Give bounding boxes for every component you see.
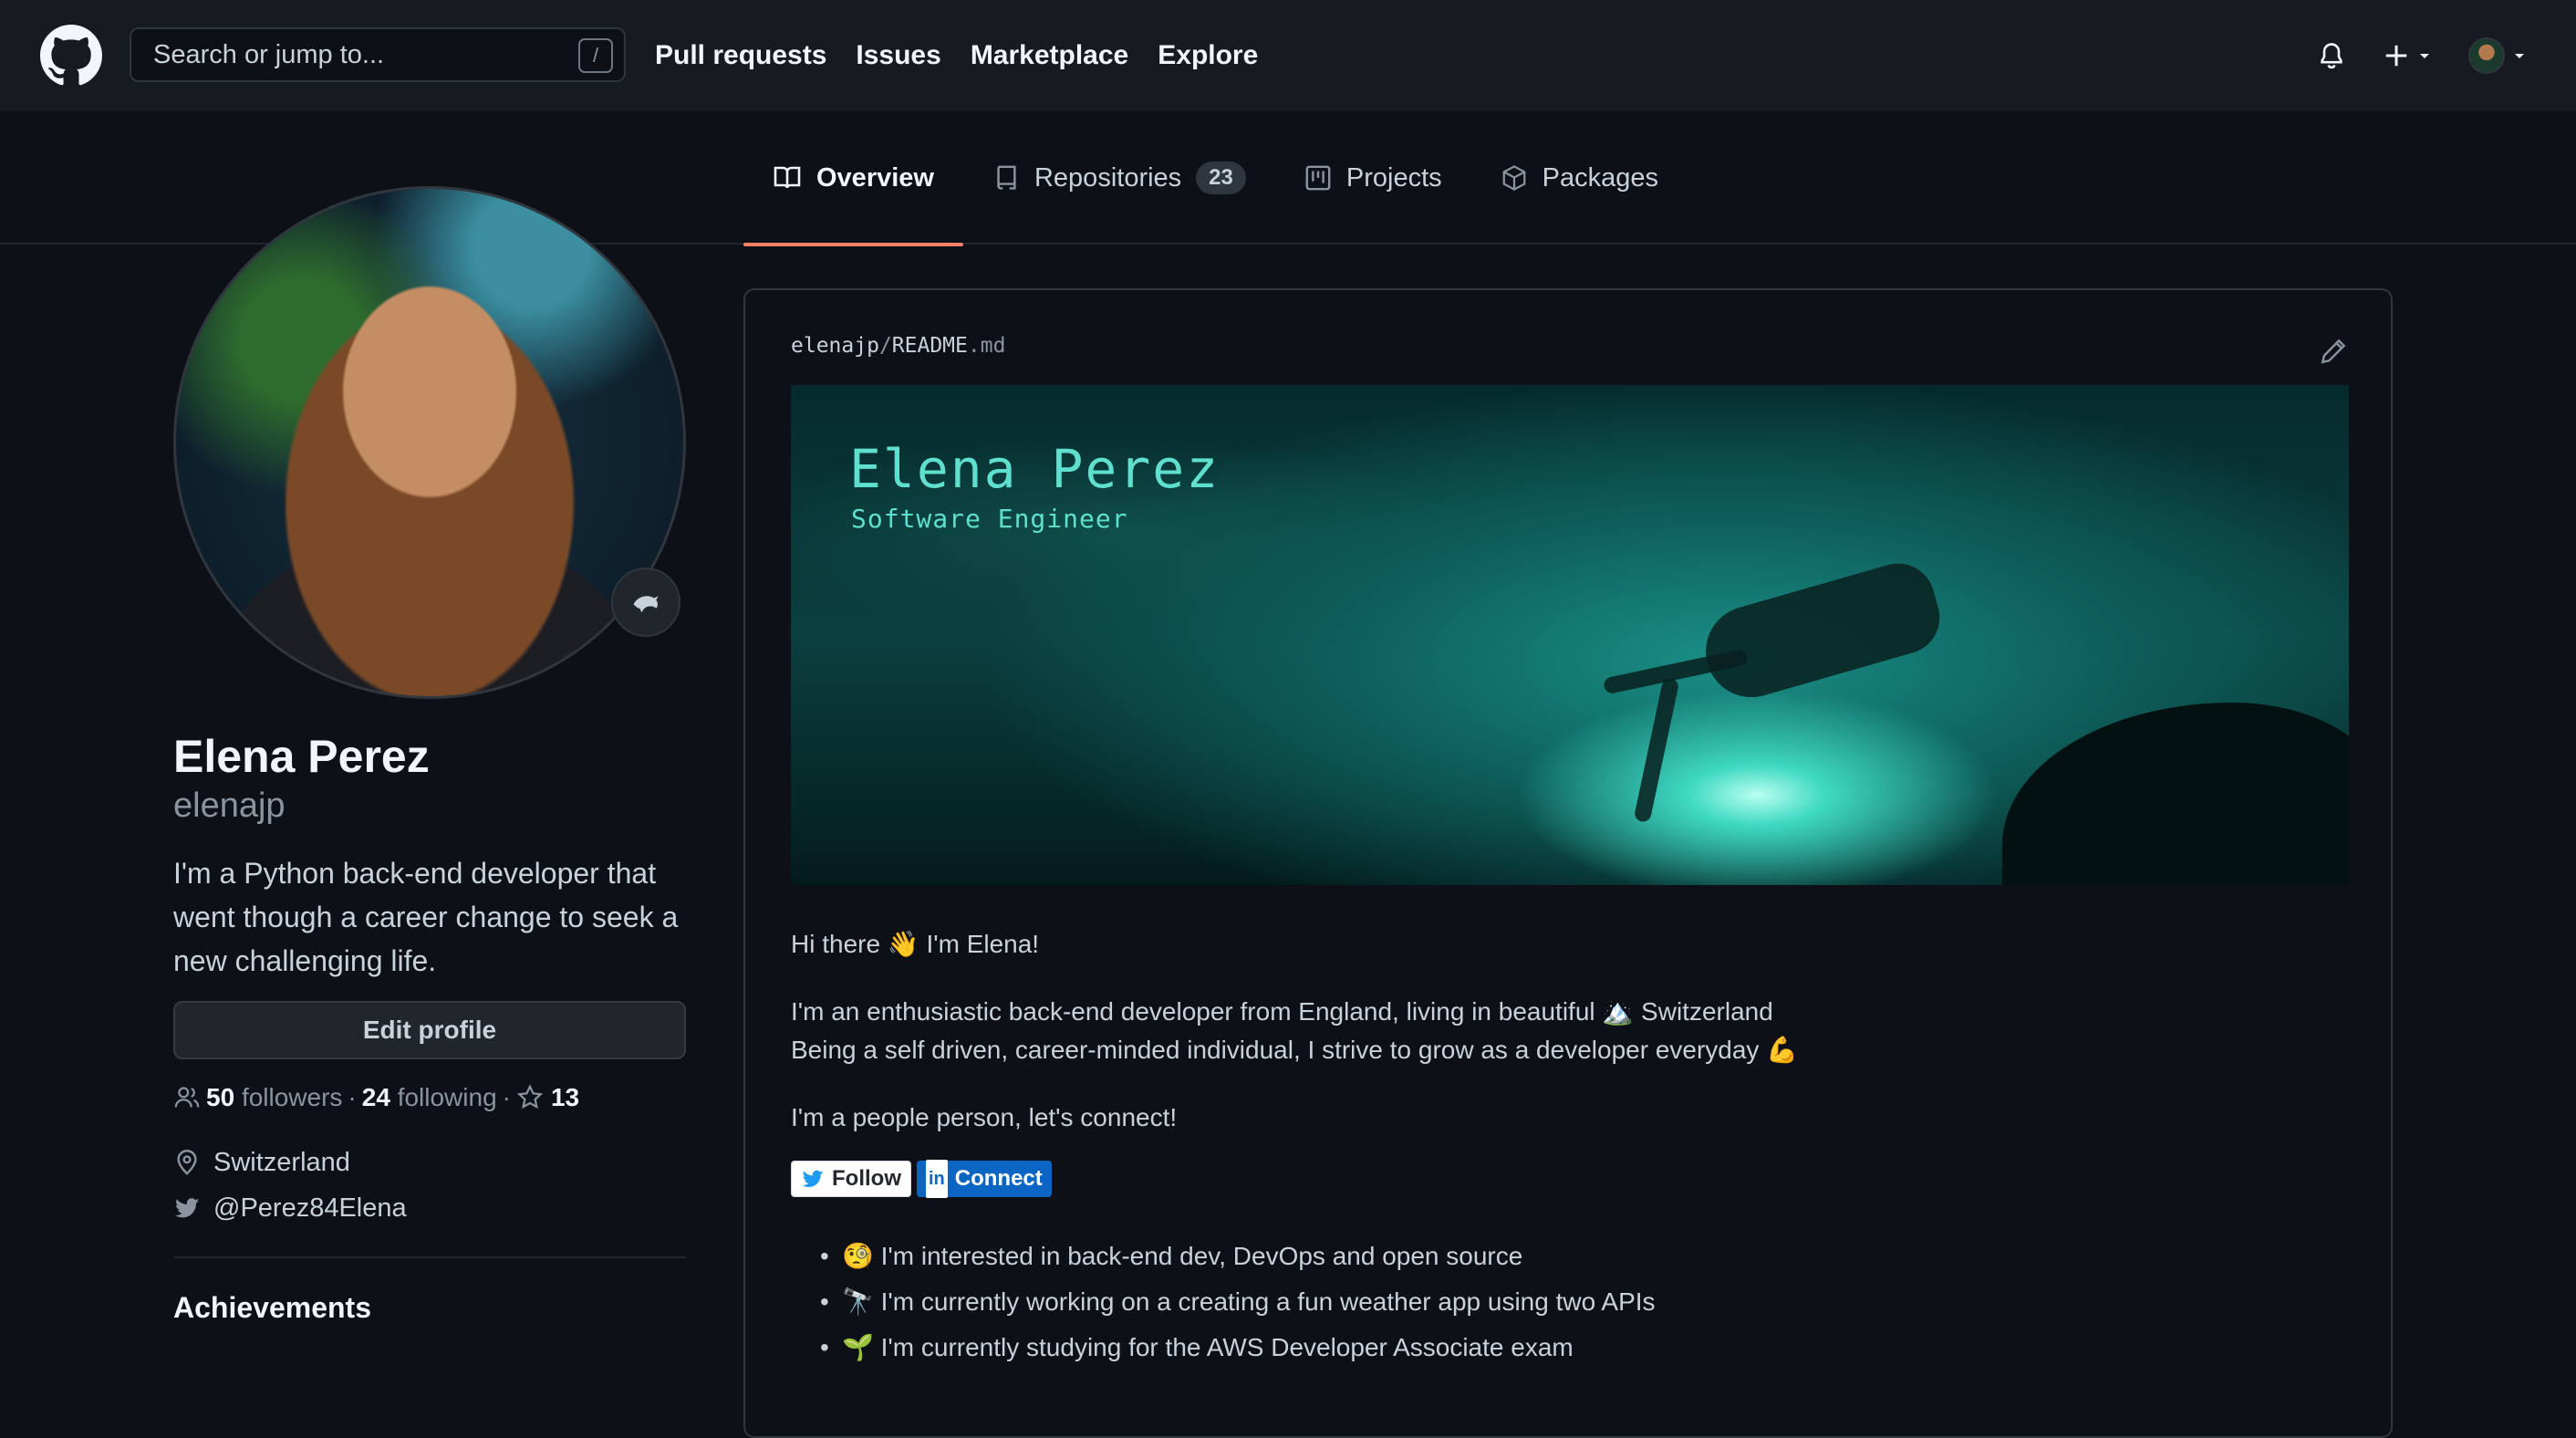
stars-count: 13: [550, 1083, 580, 1111]
tab-label: Projects: [1345, 162, 1442, 193]
banner-subtitle: Software Engineer: [851, 504, 1128, 534]
book-icon: [774, 166, 801, 189]
tab-repositories[interactable]: Repositories 23: [963, 111, 1275, 245]
following-count: 24: [361, 1083, 390, 1111]
search-input[interactable]: Search or jump to... /: [130, 27, 626, 82]
location-icon: [177, 1150, 197, 1175]
banner-rock-shape: [2002, 703, 2349, 885]
tab-projects[interactable]: Projects: [1275, 111, 1471, 245]
badge-label: Connect: [954, 1166, 1043, 1191]
following-label: following: [397, 1083, 497, 1111]
github-logo-icon[interactable]: [40, 25, 102, 87]
dot-separator: ·: [348, 1083, 357, 1111]
social-badges: Follow in Connect: [791, 1160, 2345, 1198]
stars-link[interactable]: 13: [516, 1083, 579, 1112]
caret-down-icon: [2515, 54, 2524, 58]
followers-link[interactable]: 50 followers: [206, 1083, 342, 1112]
profile-sidebar: Elena Perez elenajp I'm a Python back-en…: [173, 186, 686, 1325]
tab-packages[interactable]: Packages: [1471, 111, 1688, 245]
readme-card: elenajp/README.md Elena Perez Software E…: [743, 288, 2393, 1438]
location-item: Switzerland: [173, 1140, 686, 1185]
twitter-item[interactable]: @Perez84Elena: [173, 1185, 686, 1231]
twitter-follow-badge[interactable]: Follow: [791, 1161, 911, 1197]
profile-meta: Switzerland @Perez84Elena: [173, 1140, 686, 1231]
greeting-text: Hi there 👋 I'm Elena!: [791, 930, 1040, 958]
profile-username: elenajp: [173, 787, 286, 825]
list-item: 🌱 I'm currently studying for the AWS Dev…: [820, 1325, 2345, 1370]
readme-content: Hi there 👋 I'm Elena! I'm an enthusiasti…: [791, 925, 2345, 1370]
caret-down-icon: [2420, 54, 2429, 58]
bell-icon[interactable]: [2317, 41, 2346, 70]
top-header: Search or jump to... / Pull requests Iss…: [0, 0, 2576, 111]
path-separator: /: [878, 334, 892, 358]
list-item: 🧐 I'm interested in back-end dev, DevOps…: [820, 1234, 2345, 1279]
follow-stats: 50 followers · 24 following · 13: [173, 1083, 686, 1112]
search-placeholder: Search or jump to...: [153, 39, 385, 69]
project-icon: [1305, 165, 1331, 191]
tab-label: Overview: [816, 162, 934, 193]
user-menu-dropdown[interactable]: [2468, 37, 2527, 74]
intro-line-2: Being a self driven, career-minded indiv…: [791, 1036, 1799, 1064]
readme-owner[interactable]: elenajp: [791, 334, 879, 358]
dot-separator: ·: [502, 1083, 511, 1111]
twitter-icon: [802, 1170, 824, 1187]
search-shortcut-key: /: [578, 38, 613, 73]
linkedin-icon: in: [925, 1160, 948, 1198]
nav-pull-requests[interactable]: Pull requests: [655, 40, 826, 71]
status-dolphin-icon[interactable]: [611, 568, 680, 637]
linkedin-connect-badge[interactable]: in Connect: [916, 1160, 1052, 1198]
tab-label: Repositories: [1034, 162, 1182, 193]
profile-fullname: Elena Perez: [173, 731, 430, 782]
tab-label: Packages: [1542, 162, 1658, 193]
tab-overview[interactable]: Overview: [743, 111, 963, 246]
dolphin-icon: [633, 596, 659, 613]
intro-line-1: I'm an enthusiastic back-end developer f…: [791, 997, 1773, 1026]
followers-count: 50: [206, 1083, 235, 1111]
readme-path: elenajp/README.md: [791, 334, 2345, 358]
twitter-icon: [174, 1198, 200, 1218]
star-icon: [516, 1084, 544, 1110]
package-icon: [1502, 165, 1526, 191]
following-link[interactable]: 24 following: [362, 1083, 497, 1112]
twitter-handle: @Perez84Elena: [213, 1193, 407, 1223]
nav-marketplace[interactable]: Marketplace: [971, 40, 1128, 71]
nav-explore[interactable]: Explore: [1158, 40, 1258, 71]
followers-label: followers: [241, 1083, 343, 1111]
avatar: [2468, 37, 2505, 74]
profile-avatar[interactable]: [173, 186, 686, 699]
pencil-icon[interactable]: [2320, 338, 2347, 365]
plus-icon: [2385, 45, 2407, 67]
profile-bio: I'm a Python back-end developer that wen…: [173, 857, 679, 977]
repo-count-badge: 23: [1196, 162, 1246, 194]
connect-text: I'm a people person, let's connect!: [791, 1103, 1178, 1131]
location-text: Switzerland: [213, 1147, 350, 1177]
achievements-heading: Achievements: [173, 1291, 371, 1324]
top-nav: Pull requests Issues Marketplace Explore: [655, 0, 1258, 111]
repo-icon: [997, 165, 1016, 190]
readme-banner-image: Elena Perez Software Engineer: [791, 385, 2349, 885]
list-item: 🔭 I'm currently working on a creating a …: [820, 1279, 2345, 1325]
banner-title: Elena Perez: [849, 438, 1220, 500]
profile-tabs: Overview Repositories 23 Projects Packag…: [743, 111, 1688, 246]
interests-list: 🧐 I'm interested in back-end dev, DevOps…: [791, 1234, 2345, 1370]
readme-extension: .md: [967, 334, 1006, 358]
create-new-dropdown[interactable]: [2383, 42, 2432, 69]
edit-profile-button[interactable]: Edit profile: [173, 1001, 686, 1059]
intro-paragraph: I'm an enthusiastic back-end developer f…: [791, 993, 2345, 1069]
people-icon: [174, 1087, 200, 1108]
banner-diver-leg: [1633, 676, 1680, 824]
sidebar-divider: [173, 1256, 686, 1258]
badge-label: Follow: [832, 1166, 901, 1191]
header-actions: [2317, 0, 2527, 111]
nav-issues[interactable]: Issues: [856, 40, 940, 71]
banner-diver-shape: [1695, 555, 1948, 708]
readme-filename[interactable]: README: [892, 334, 968, 358]
